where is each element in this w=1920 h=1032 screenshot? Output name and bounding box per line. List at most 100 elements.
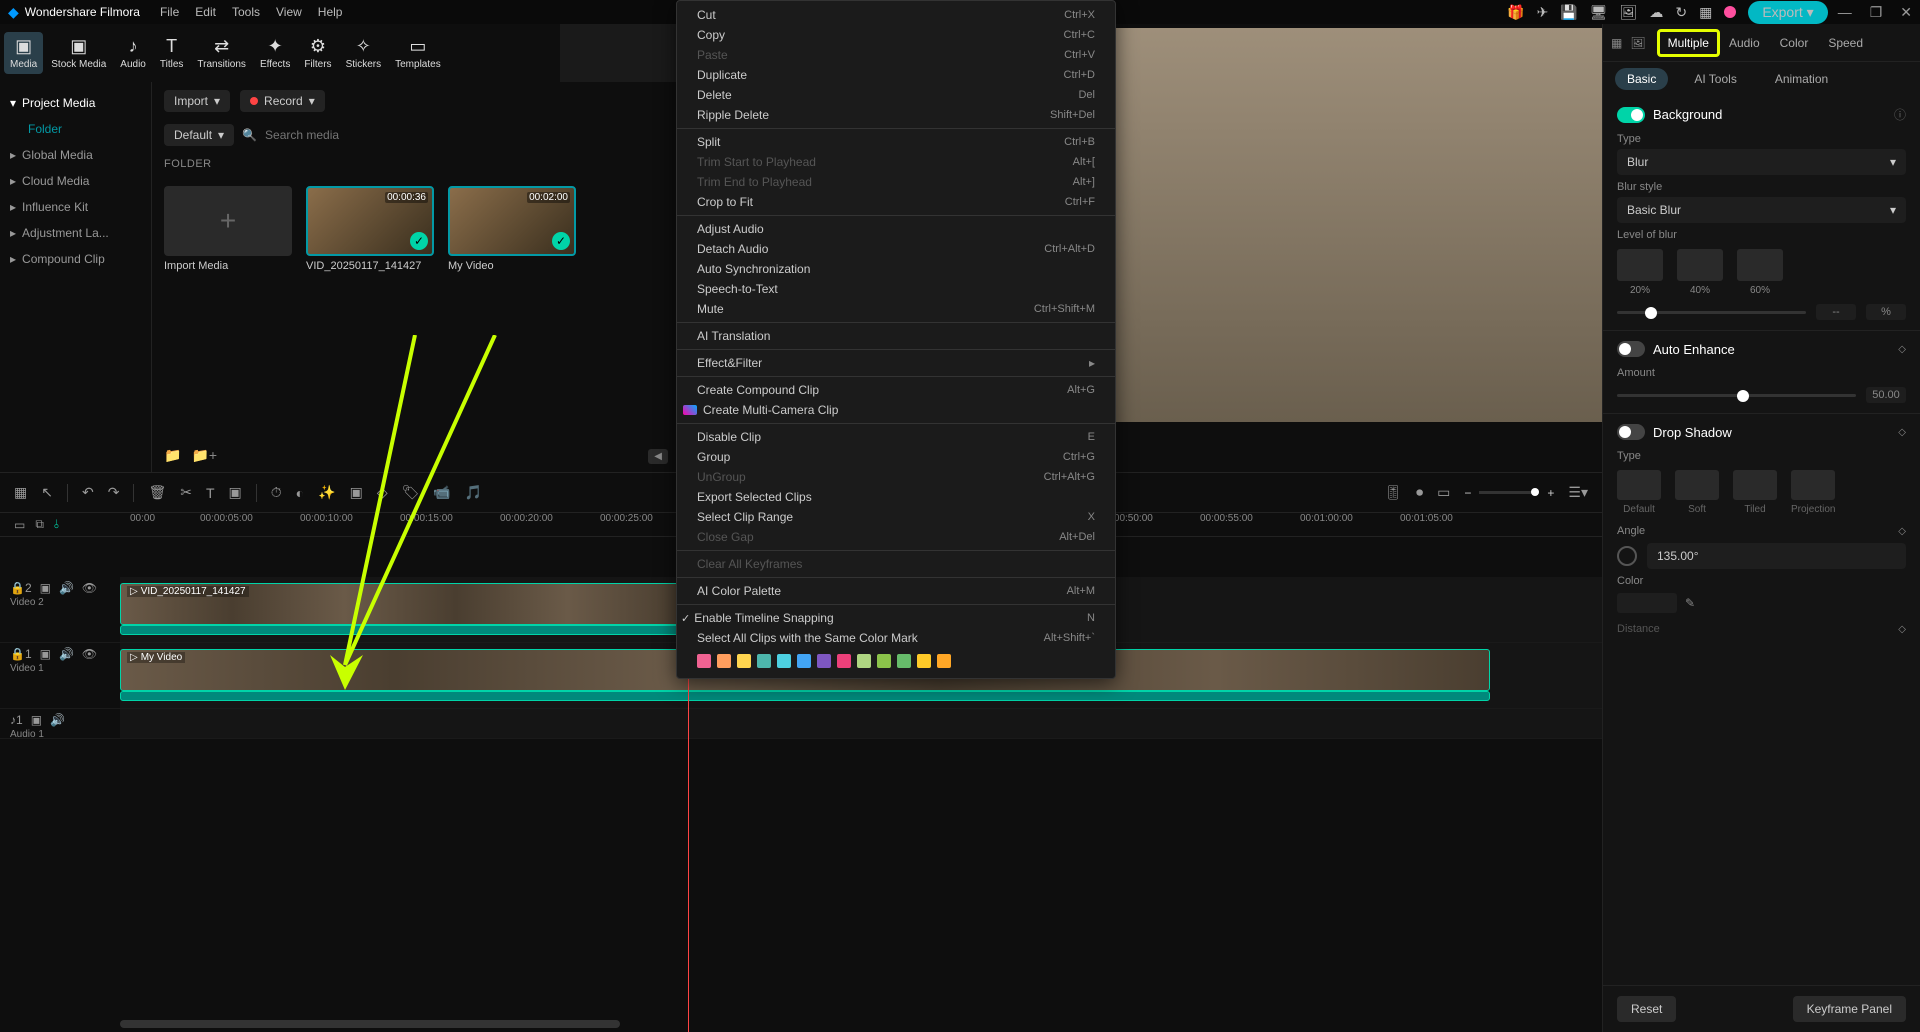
clip-audio1[interactable] [120, 691, 1490, 701]
export-button[interactable]: Export ▾ [1748, 1, 1827, 24]
visible-icon[interactable]: 👁 [82, 581, 97, 595]
tab-audio[interactable]: ♪Audio [114, 32, 152, 74]
subtab-basic[interactable]: Basic [1615, 68, 1668, 90]
sidebar-global-media[interactable]: ▸Global Media [0, 142, 151, 168]
context-menu-item[interactable]: Select All Clips with the Same Color Mar… [677, 628, 1115, 648]
sort-dropdown[interactable]: Default ▾ [164, 124, 234, 146]
context-menu-item[interactable]: Crop to FitCtrl+F [677, 192, 1115, 212]
shadow-default[interactable]: Default [1617, 470, 1661, 515]
search-input[interactable] [265, 128, 668, 142]
mute-icon[interactable]: 🔊 [50, 713, 65, 727]
media-tile-1[interactable]: 00:00:36✓ VID_20250117_141427 [306, 186, 434, 272]
context-menu-item[interactable]: DeleteDel [677, 85, 1115, 105]
pointer-icon[interactable]: ▦ [14, 484, 27, 501]
color-mark-swatch[interactable] [937, 654, 951, 668]
new-folder-icon[interactable]: 📁+ [191, 447, 217, 464]
auto-enhance-toggle[interactable] [1617, 341, 1645, 357]
keyframe-diamond-icon[interactable]: ◇ [1898, 624, 1906, 635]
grid-view-icon[interactable]: ▦ [1611, 36, 1622, 50]
tab-templates[interactable]: ▭Templates [389, 32, 447, 74]
menu-file[interactable]: File [160, 5, 179, 19]
tab-speed[interactable]: Speed [1818, 30, 1873, 56]
import-dropdown[interactable]: Import ▾ [164, 90, 230, 112]
collapse-button[interactable]: ◀ [648, 449, 668, 464]
audio-tool-icon[interactable]: 🎵 [465, 484, 482, 501]
undo-icon[interactable]: ↶ [82, 484, 94, 501]
blur-level-60[interactable]: 60% [1737, 249, 1783, 296]
minimize-icon[interactable]: — [1838, 4, 1852, 21]
color-mark-swatch[interactable] [777, 654, 791, 668]
color-icon[interactable]: ◐ [296, 485, 304, 501]
gift-icon[interactable]: 🎁 [1507, 4, 1524, 21]
target-icon[interactable]: ▣ [40, 581, 51, 595]
color-mark-swatch[interactable] [817, 654, 831, 668]
zoom-out-icon[interactable]: − [1464, 486, 1471, 500]
crop-icon[interactable]: ▣ [229, 484, 242, 501]
mute-icon[interactable]: 🔊 [59, 581, 74, 595]
menu-view[interactable]: View [276, 5, 302, 19]
target-icon[interactable]: ▣ [40, 647, 51, 661]
tab-titles[interactable]: TTitles [154, 32, 190, 74]
lock-icon[interactable]: ♪1 [10, 713, 23, 727]
save-icon[interactable]: 💾 [1560, 4, 1577, 21]
tab-effects[interactable]: ✦Effects [254, 32, 296, 74]
angle-input[interactable]: 135.00° [1647, 543, 1906, 569]
sidebar-project-media[interactable]: ▾Project Media [0, 90, 151, 116]
menu-help[interactable]: Help [318, 5, 343, 19]
keyframe-diamond-icon[interactable]: ◇ [1898, 526, 1906, 537]
blur-level-20[interactable]: 20% [1617, 249, 1663, 296]
refresh-icon[interactable]: ↻ [1675, 4, 1687, 21]
context-menu-item[interactable]: DuplicateCtrl+D [677, 65, 1115, 85]
color-mark-swatch[interactable] [697, 654, 711, 668]
speed-icon[interactable]: ⏱ [271, 484, 282, 501]
color-swatch[interactable] [1617, 593, 1677, 613]
track-icon[interactable]: 📹 [433, 484, 450, 501]
context-menu-item[interactable]: CutCtrl+X [677, 5, 1115, 25]
keyframe-diamond-icon[interactable]: ◇ [1898, 427, 1906, 438]
media-tile-import[interactable]: + Import Media [164, 186, 292, 272]
background-toggle[interactable] [1617, 107, 1645, 123]
context-menu-item[interactable]: AI Color PaletteAlt+M [677, 581, 1115, 601]
sidebar-adjustment-layer[interactable]: ▸Adjustment La... [0, 220, 151, 246]
tab-multiple[interactable]: Multiple [1658, 30, 1719, 56]
keyframe-icon[interactable]: ◇ [377, 484, 388, 501]
monitor-icon[interactable]: 🖥 [1590, 4, 1608, 21]
mask-icon[interactable]: ▣ [350, 484, 363, 501]
timeline-scrollbar[interactable] [120, 1020, 620, 1028]
color-mark-swatch[interactable] [917, 654, 931, 668]
context-menu-item[interactable]: Detach AudioCtrl+Alt+D [677, 239, 1115, 259]
drop-shadow-toggle[interactable] [1617, 424, 1645, 440]
clip-video2[interactable]: ▷VID_20250117_141427 [120, 583, 680, 625]
shadow-soft[interactable]: Soft [1675, 470, 1719, 515]
clip-audio2[interactable] [120, 625, 680, 635]
context-menu-item[interactable]: CopyCtrl+C [677, 25, 1115, 45]
target-icon[interactable]: ▣ [31, 713, 42, 727]
track-settings-icon[interactable]: ▭ [14, 518, 25, 532]
color-mark-swatch[interactable] [897, 654, 911, 668]
tab-filters[interactable]: ⚙Filters [298, 32, 337, 74]
eyedropper-icon[interactable]: ✎ [1685, 596, 1695, 610]
redo-icon[interactable]: ↷ [108, 484, 120, 501]
context-menu-item[interactable]: Create Multi-Camera Clip [677, 400, 1115, 420]
delete-icon[interactable]: 🗑 [148, 484, 166, 501]
menu-tools[interactable]: Tools [232, 5, 260, 19]
mixer-icon[interactable]: 🎚 [1384, 484, 1402, 501]
fit-icon[interactable]: ▭ [1437, 484, 1450, 501]
sidebar-compound-clip[interactable]: ▸Compound Clip [0, 246, 151, 272]
folder-icon[interactable]: 📁 [164, 447, 181, 464]
ai-icon[interactable]: ✨ [318, 484, 335, 501]
keyframe-panel-button[interactable]: Keyframe Panel [1793, 996, 1906, 1022]
sidebar-folder[interactable]: Folder [0, 116, 151, 142]
color-mark-swatch[interactable] [877, 654, 891, 668]
zoom-in-icon[interactable]: + [1547, 486, 1554, 500]
magnet-icon[interactable]: ⫰ [54, 517, 59, 532]
marker-icon[interactable]: 🏷 [402, 484, 420, 501]
menu-edit[interactable]: Edit [195, 5, 216, 19]
image-view-icon[interactable]: 🖼 [1630, 36, 1645, 50]
context-menu-item[interactable]: AI Translation [677, 326, 1115, 346]
context-menu-item[interactable]: Create Compound ClipAlt+G [677, 380, 1115, 400]
profile-icon[interactable] [1724, 6, 1736, 18]
context-menu-item[interactable]: Effect&Filter▸ [677, 353, 1115, 373]
angle-wheel[interactable] [1617, 546, 1637, 566]
visible-icon[interactable]: 👁 [82, 647, 97, 661]
